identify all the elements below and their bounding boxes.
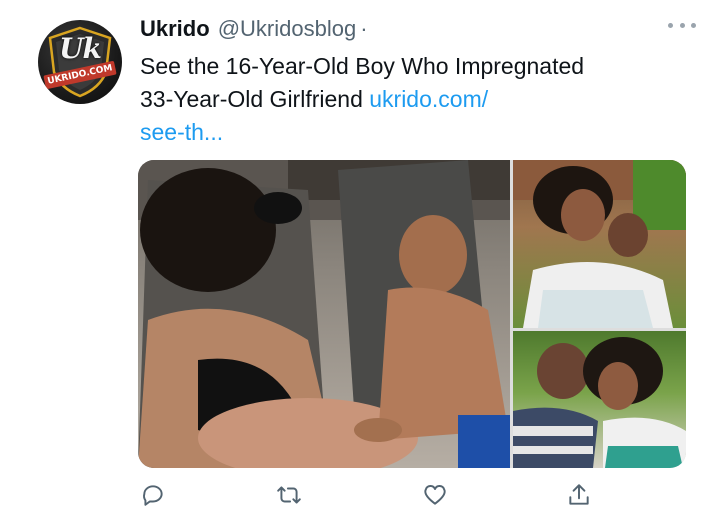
media-photo-bottom-right[interactable] [513,331,686,468]
share-button[interactable] [562,478,596,512]
media-photo-top-right[interactable] [513,160,686,328]
more-horizontal-icon [668,22,673,28]
separator-dot: · [360,16,368,41]
reply-button[interactable] [136,478,170,512]
reply-icon [143,485,163,506]
avatar[interactable]: Uk UKRIDO.COM [38,20,122,104]
tweet-actions [136,478,606,512]
tweet-text-line2: 33-Year-Old Girlfriend ukrido.com/ [140,83,680,116]
photo-couple-kiss-image [513,337,686,468]
tweet-link-continued[interactable]: see-th... [140,116,680,149]
photo-pool-chairs-image [138,160,510,468]
media-grid [138,160,686,468]
user-handle[interactable]: @Ukridosblog [218,16,357,42]
tweet-text-line1: See the 16-Year-Old Boy Who Impregnated [140,53,585,79]
share-icon [569,484,589,505]
tweet-header: Ukrido @Ukridosblog · [140,16,368,46]
like-button[interactable] [418,478,452,512]
retweet-button[interactable] [272,478,306,512]
avatar-logo-text: Uk [59,32,102,65]
more-options-button[interactable] [668,18,696,32]
heart-icon [424,485,446,505]
display-name[interactable]: Ukrido [140,16,210,42]
photo-couple-hug-image [513,160,686,328]
media-photo-main[interactable] [138,160,510,468]
retweet-icon [277,486,301,504]
tweet-link[interactable]: ukrido.com/ [369,86,488,112]
tweet-text-line2-body: 33-Year-Old Girlfriend [140,86,370,112]
tweet-text: See the 16-Year-Old Boy Who Impregnated … [140,50,680,149]
tweet-card[interactable]: Uk UKRIDO.COM Ukrido @Ukridosblog · See … [0,0,720,520]
